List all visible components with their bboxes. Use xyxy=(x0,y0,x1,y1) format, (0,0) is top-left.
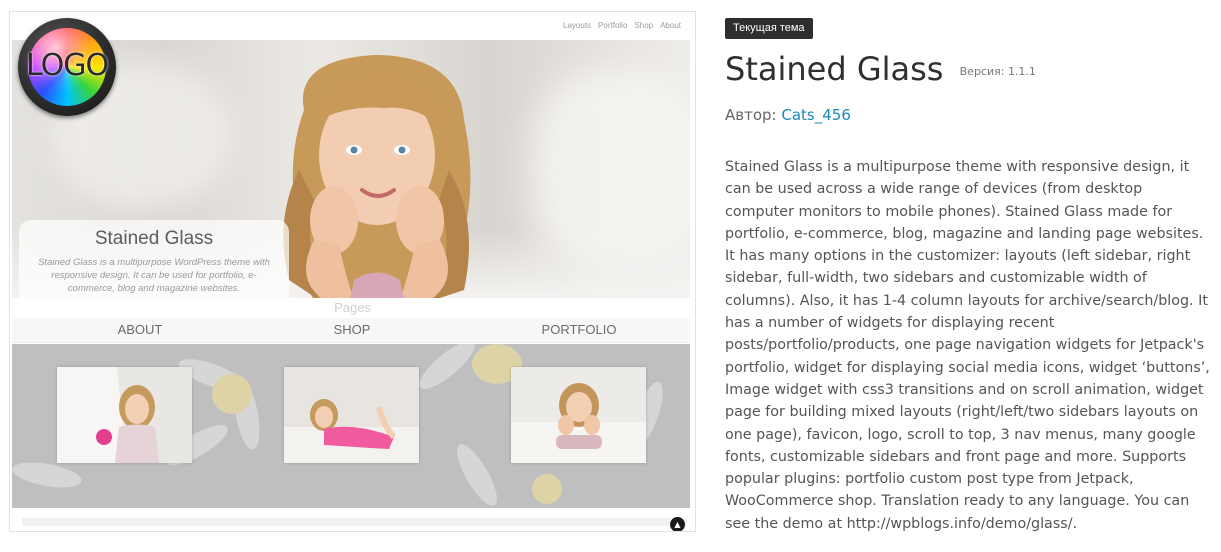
logo: LOGO xyxy=(18,18,116,116)
theme-screenshot[interactable]: Layouts Portfolio Shop About Stained Gla… xyxy=(9,11,696,532)
author-link[interactable]: Cats_456 xyxy=(781,106,851,124)
scroll-to-top-icon[interactable]: ▲ xyxy=(670,517,685,531)
theme-name: Stained Glass Версия: 1.1.1 xyxy=(725,50,1036,88)
description-text: Stained Glass is a multipurpose theme wi… xyxy=(725,159,1210,532)
theme-title: Stained Glass xyxy=(725,50,944,88)
theme-author: Автор: Cats_456 xyxy=(725,106,851,124)
preview-nav-shop: Shop xyxy=(634,21,654,30)
gallery-thumb-2[interactable] xyxy=(284,367,419,463)
gallery-thumb-1[interactable] xyxy=(57,367,192,463)
page-link-shop: SHOP xyxy=(333,322,371,337)
preview-nav-about: About xyxy=(660,21,681,30)
portfolio-gallery xyxy=(12,344,690,508)
theme-description: Stained Glass is a multipurpose theme wi… xyxy=(725,156,1215,535)
pages-title: Pages xyxy=(334,300,371,315)
current-theme-badge: Текущая тема xyxy=(725,18,813,39)
preview-nav-portfolio: Portfolio xyxy=(598,21,628,30)
gallery-thumb-3[interactable] xyxy=(511,367,646,463)
theme-version: Версия: 1.1.1 xyxy=(959,64,1036,78)
author-label: Автор: xyxy=(725,106,777,124)
page-link-portfolio: PORTFOLIO xyxy=(541,322,617,337)
page-link-about: ABOUT xyxy=(117,322,163,337)
preview-nav: Layouts Portfolio Shop About xyxy=(563,21,681,30)
preview-nav-layouts: Layouts xyxy=(563,21,592,30)
logo-text: LOGO xyxy=(25,48,109,83)
preview-footer xyxy=(22,518,687,526)
caption-text: Stained Glass is a multipurpose WordPres… xyxy=(38,257,270,294)
hero-caption: Stained Glass Stained Glass is a multipu… xyxy=(19,220,289,298)
page-links: ABOUT SHOP PORTFOLIO xyxy=(12,318,690,343)
caption-title: Stained Glass xyxy=(94,228,214,249)
